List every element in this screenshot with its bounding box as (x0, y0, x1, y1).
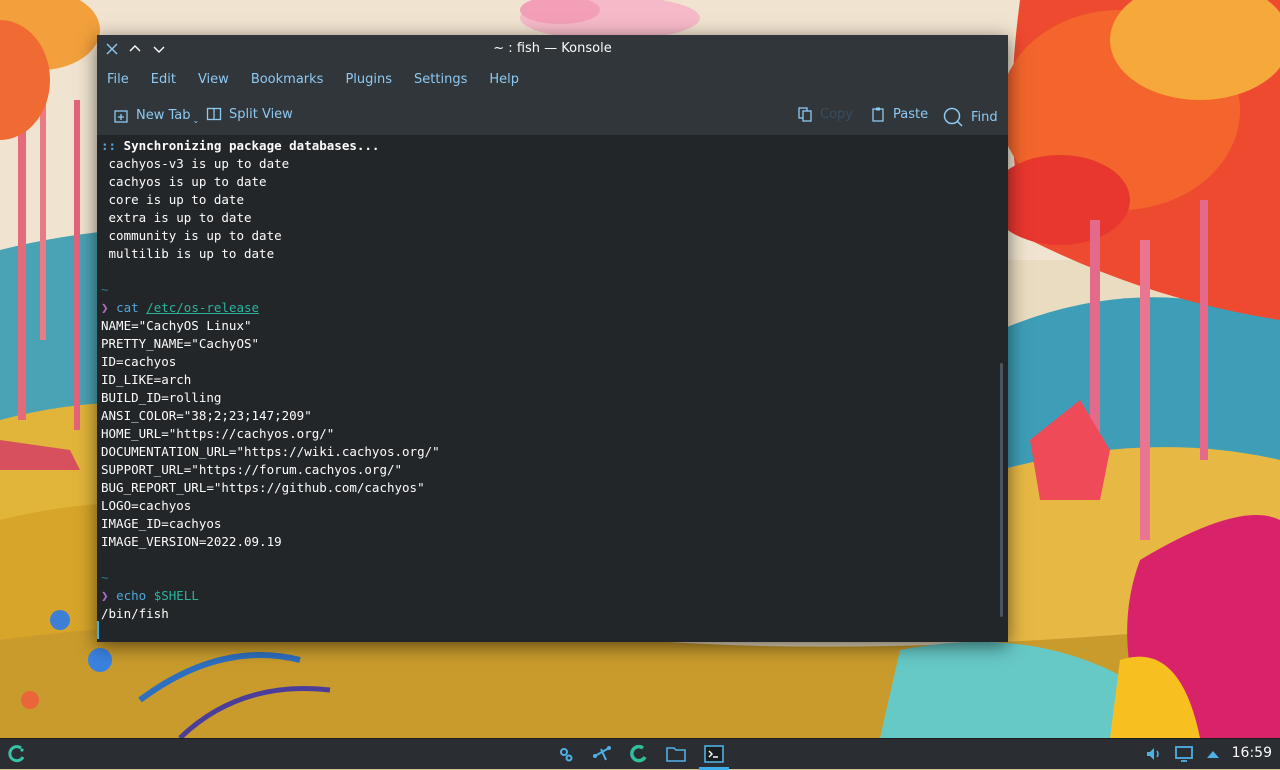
terminal-line: IMAGE_ID=cachyos (101, 516, 222, 531)
cachyos-hello-icon[interactable] (626, 742, 652, 766)
terminal-line: community is up to date (101, 228, 282, 243)
new-tab-icon (114, 109, 128, 123)
copy-button[interactable]: Copy (797, 106, 853, 122)
new-tab-label: New Tab (136, 108, 191, 123)
command: cat (116, 300, 139, 315)
command-arg: /etc/os-release (146, 300, 260, 315)
copy-label: Copy (820, 106, 853, 122)
konsole-window: ~ : fish — Konsole File Edit View Bookma… (97, 35, 1008, 642)
terminal-line: BUILD_ID=rolling (101, 390, 222, 405)
sync-text: Synchronizing package databases... (116, 138, 380, 153)
terminal-line: core is up to date (101, 192, 244, 207)
chevron-down-icon: ⌄ (192, 116, 200, 125)
display-icon[interactable] (1171, 742, 1197, 766)
find-button[interactable]: Find (942, 106, 998, 128)
terminal-line: BUG_REPORT_URL="https://github.com/cachy… (101, 480, 425, 495)
terminal-line: HOME_URL="https://cachyos.org/" (101, 426, 335, 441)
tray-expand-icon[interactable] (1200, 742, 1226, 766)
paste-icon (872, 107, 884, 122)
terminal-line: LOGO=cachyos (101, 498, 192, 513)
prompt-line: ❯ cat /etc/os-release (101, 299, 440, 317)
command: echo (116, 588, 147, 603)
terminal-line: SUPPORT_URL="https://forum.cachyos.org/" (101, 462, 403, 477)
prompt-symbol: ❯ (101, 588, 109, 603)
toolbar: New Tab ⌄ Split View Copy Paste Find (97, 95, 1008, 136)
paste-button[interactable]: Paste (870, 106, 928, 122)
taskbar: 16:59 (0, 738, 1280, 770)
menu-help[interactable]: Help (489, 72, 519, 87)
cachyos-launcher-icon[interactable] (4, 742, 30, 766)
search-icon (943, 107, 963, 127)
terminal-line: extra is up to date (101, 210, 252, 225)
terminal-line: cachyos is up to date (101, 174, 267, 189)
terminal-line: cachyos-v3 is up to date (101, 156, 290, 171)
terminal-line: :: Synchronizing package databases... (101, 137, 440, 155)
terminal-line: multilib is up to date (101, 246, 275, 261)
prompt-cwd: ~ (101, 570, 109, 585)
terminal-view[interactable]: :: Synchronizing package databases... ca… (97, 135, 997, 642)
scrollbar-thumb[interactable] (1000, 363, 1003, 617)
terminal-line: IMAGE_VERSION=2022.09.19 (101, 534, 282, 549)
terminal-line: NAME="CachyOS Linux" (101, 318, 252, 333)
copy-icon (798, 107, 812, 122)
menu-plugins[interactable]: Plugins (345, 72, 392, 87)
new-tab-button[interactable]: New Tab ⌄ (113, 106, 199, 125)
kdeconnect-icon[interactable] (589, 742, 615, 766)
terminal-line: ID=cachyos (101, 354, 177, 369)
menu-view[interactable]: View (198, 72, 229, 87)
menu-edit[interactable]: Edit (151, 72, 176, 87)
window-title: ~ : fish — Konsole (493, 41, 612, 56)
sync-prefix: :: (101, 138, 117, 153)
prompt-symbol: ❯ (101, 300, 109, 315)
settings-icon[interactable] (553, 742, 579, 766)
window-titlebar[interactable]: ~ : fish — Konsole (97, 35, 1008, 64)
command-arg: $SHELL (153, 588, 199, 603)
prompt-cwd: ~ (101, 282, 109, 297)
prompt-line: ❯ echo $SHELL (101, 587, 440, 605)
menu-bookmarks[interactable]: Bookmarks (251, 72, 324, 87)
file-manager-icon[interactable] (663, 742, 689, 766)
menubar: File Edit View Bookmarks Plugins Setting… (97, 64, 1008, 95)
find-label: Find (971, 109, 998, 125)
terminal-scrollbar[interactable] (997, 135, 1008, 642)
menu-settings[interactable]: Settings (414, 72, 467, 87)
split-view-label: Split View (229, 106, 293, 122)
terminal-cursor (97, 621, 99, 639)
volume-icon[interactable] (1141, 742, 1167, 766)
paste-label: Paste (893, 106, 929, 122)
split-view-icon (206, 107, 222, 121)
terminal-line: /bin/fish (101, 606, 169, 621)
terminal-line: PRETTY_NAME="CachyOS" (101, 336, 260, 351)
terminal-line: ANSI_COLOR="38;2;23;147;209" (101, 408, 312, 423)
clock[interactable]: 16:59 (1232, 745, 1272, 761)
terminal-line: DOCUMENTATION_URL="https://wiki.cachyos.… (101, 444, 440, 459)
menu-file[interactable]: File (107, 72, 129, 87)
split-view-button[interactable]: Split View (206, 106, 293, 122)
konsole-icon[interactable] (699, 742, 729, 770)
terminal-line: ID_LIKE=arch (101, 372, 192, 387)
